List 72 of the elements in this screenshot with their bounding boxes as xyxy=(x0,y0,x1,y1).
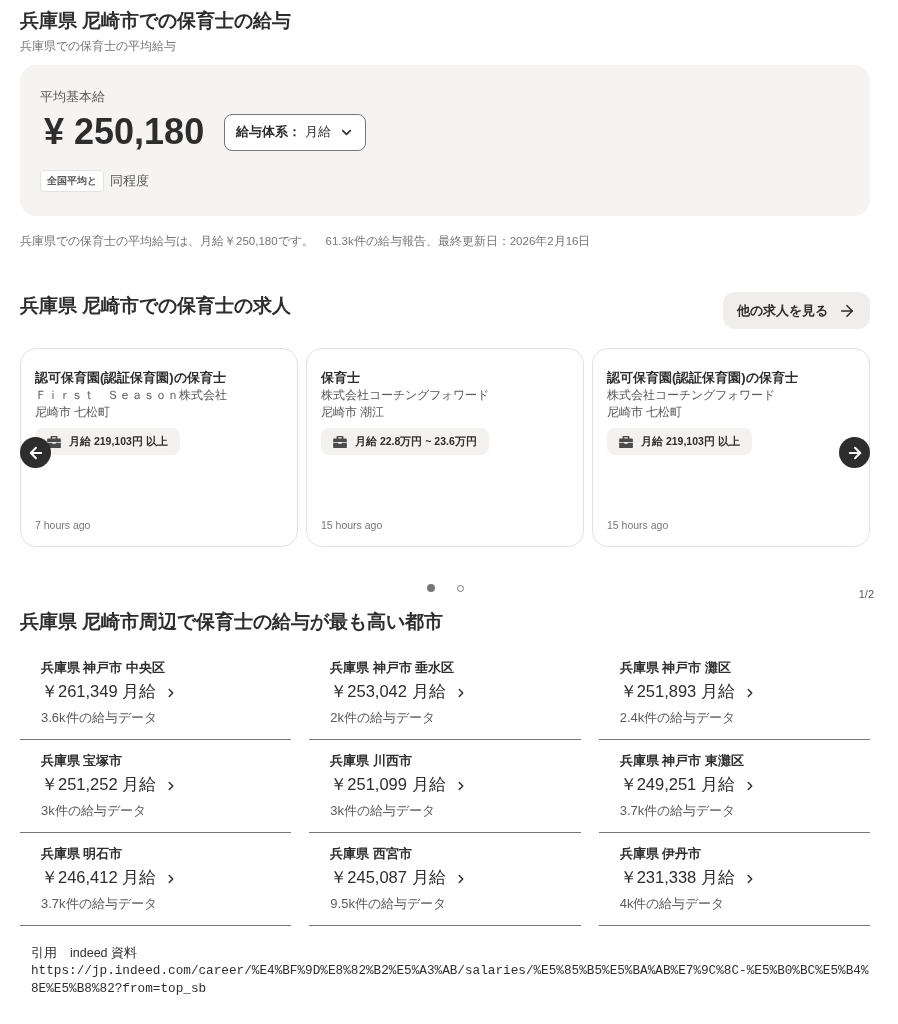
posted-time: 7 hours ago xyxy=(35,518,92,533)
salary-tag: 月給 219,103円 以上 xyxy=(35,428,180,455)
city-salary: ￥251,252 月給 xyxy=(41,774,157,795)
city-salary: ￥253,042 月給 xyxy=(330,681,446,702)
job-location: 尼崎市 七松町 xyxy=(35,404,112,421)
salary-label: 平均基本給 xyxy=(40,88,106,106)
city-name: 兵庫県 西宮市 xyxy=(330,846,413,862)
city-item[interactable]: 兵庫県 神戸市 東灘区 ￥249,251 月給 3.7k件の給与データ xyxy=(598,740,870,833)
salary-tag: 月給 219,103円 以上 xyxy=(607,428,752,455)
summary-text: 兵庫県での保育士の平均給与は、月給￥250,180です。 xyxy=(20,233,314,249)
report-count: 3k件の給与データ xyxy=(41,802,147,820)
city-salary: ￥231,338 月給 xyxy=(619,867,735,888)
report-info: 61.3k件の給与報告、最終更新日：2026年2月16日 xyxy=(325,234,591,249)
city-salary: ￥251,893 月給 xyxy=(619,681,735,702)
city-salary: ￥249,251 月給 xyxy=(619,774,735,795)
briefcase-icon xyxy=(619,435,633,448)
city-item[interactable]: 兵庫県 明石市 ￥246,412 月給 3.7k件の給与データ xyxy=(20,833,292,926)
section-title: 兵庫県 尼崎市周辺で保育士の給与が最も高い都市 xyxy=(20,610,445,634)
report-count: 3.6k件の給与データ xyxy=(41,709,158,727)
city-name: 兵庫県 明石市 xyxy=(41,846,124,862)
job-location: 尼崎市 潮江 xyxy=(321,404,386,421)
city-item[interactable]: 兵庫県 西宮市 ￥245,087 月給 9.5k件の給与データ xyxy=(309,833,581,926)
report-count: 9.5k件の給与データ xyxy=(330,895,447,913)
city-name: 兵庫県 神戸市 垂水区 xyxy=(330,660,456,676)
subtitle: 兵庫県での保育士の平均給与 xyxy=(20,38,177,54)
comparison-text: 同程度 xyxy=(110,173,149,190)
company-name: Ｆｉｒｓｔ Ｓｅａｓｏｎ株式会社 xyxy=(35,387,228,404)
job-title: 認可保育園(認証保育園)の保育士 xyxy=(607,369,799,387)
city-name: 兵庫県 伊丹市 xyxy=(619,846,703,862)
city-item[interactable]: 兵庫県 神戸市 垂水区 ￥253,042 月給 2k件の給与データ xyxy=(309,647,581,740)
city-salary: ￥261,349 月給 xyxy=(41,681,157,702)
briefcase-icon xyxy=(47,435,61,448)
report-count: 2k件の給与データ xyxy=(330,709,437,727)
city-item[interactable]: 兵庫県 神戸市 灘区 ￥251,893 月給 2.4k件の給与データ xyxy=(598,647,870,740)
report-count: 4k件の給与データ xyxy=(619,895,726,913)
city-name: 兵庫県 川西市 xyxy=(330,753,413,769)
salary-amount: ¥ 250,180 xyxy=(43,112,205,152)
job-location: 尼崎市 七松町 xyxy=(607,404,684,421)
salary-tag: 月給 22.8万円 ~ 23.6万円 xyxy=(321,428,489,455)
city-name: 兵庫県 神戸市 中央区 xyxy=(41,660,166,676)
posted-time: 15 hours ago xyxy=(607,518,670,533)
job-card[interactable]: 認可保育園(認証保育園)の保育士 Ｆｉｒｓｔ Ｓｅａｓｏｎ株式会社 尼崎市 七松町 月給 219,103円 以上 7 hours ago xyxy=(20,348,298,547)
pay-type-dropdown[interactable]: 給与体系： 月給 xyxy=(224,113,367,151)
city-salary: ￥246,412 月給 xyxy=(41,867,157,888)
company-name: 株式会社コーチングフォワード xyxy=(321,387,490,404)
city-salary: ￥251,099 月給 xyxy=(330,774,446,795)
briefcase-icon xyxy=(333,435,347,448)
job-title: 認可保育園(認証保育園)の保育士 xyxy=(35,369,227,387)
more-jobs-button[interactable]: 他の求人を見る xyxy=(723,292,870,329)
citation-label: 引用 indeed 資料 xyxy=(31,945,138,962)
report-count: 3.7k件の給与データ xyxy=(41,895,158,913)
comparison-badge: 全国平均と xyxy=(40,170,104,192)
city-item[interactable]: 兵庫県 伊丹市 ￥231,338 月給 4k件の給与データ xyxy=(598,833,870,926)
city-name: 兵庫県 神戸市 東灘区 xyxy=(619,753,745,769)
city-salary: ￥245,087 月給 xyxy=(330,867,446,888)
city-item[interactable]: 兵庫県 川西市 ￥251,099 月給 3k件の給与データ xyxy=(309,740,581,833)
job-card[interactable]: 認可保育園(認証保育園)の保育士 株式会社コーチングフォワード 尼崎市 七松町 月給 219,103円 以上 15 hours ago xyxy=(592,348,870,547)
report-count: 3.7k件の給与データ xyxy=(619,802,737,820)
city-name: 兵庫県 神戸市 灘区 xyxy=(619,660,732,676)
city-name: 兵庫県 宝塚市 xyxy=(41,753,124,769)
company-name: 株式会社コーチングフォワード xyxy=(607,387,776,404)
job-title: 保育士 xyxy=(321,369,361,387)
section-title: 兵庫県 尼崎市での保育士の求人 xyxy=(20,294,292,318)
report-count: 2.4k件の給与データ xyxy=(619,709,737,727)
citation-url: https://jp.indeed.com/career/%E4%BF%9D%E8%82%B2%E5%A3%AB/salaries/%E5%85%B5%E5%BA%AB%E7%9C%8C-%E5%B0%BC%E5%B4%8E%E5%B8%82?from=top_sb xyxy=(31,962,870,998)
posted-time: 15 hours ago xyxy=(321,518,384,533)
city-item[interactable]: 兵庫県 宝塚市 ￥251,252 月給 3k件の給与データ xyxy=(20,740,292,833)
section-title: 兵庫県 尼崎市での保育士の給与 xyxy=(20,9,293,33)
page-counter: 1/2 xyxy=(858,587,874,602)
city-item[interactable]: 兵庫県 神戸市 中央区 ￥261,349 月給 3.6k件の給与データ xyxy=(20,647,292,740)
report-count: 3k件の給与データ xyxy=(330,802,437,820)
job-card[interactable]: 保育士 株式会社コーチングフォワード 尼崎市 潮江 月給 22.8万円 ~ 23.6万円 15 hours ago xyxy=(306,348,584,547)
